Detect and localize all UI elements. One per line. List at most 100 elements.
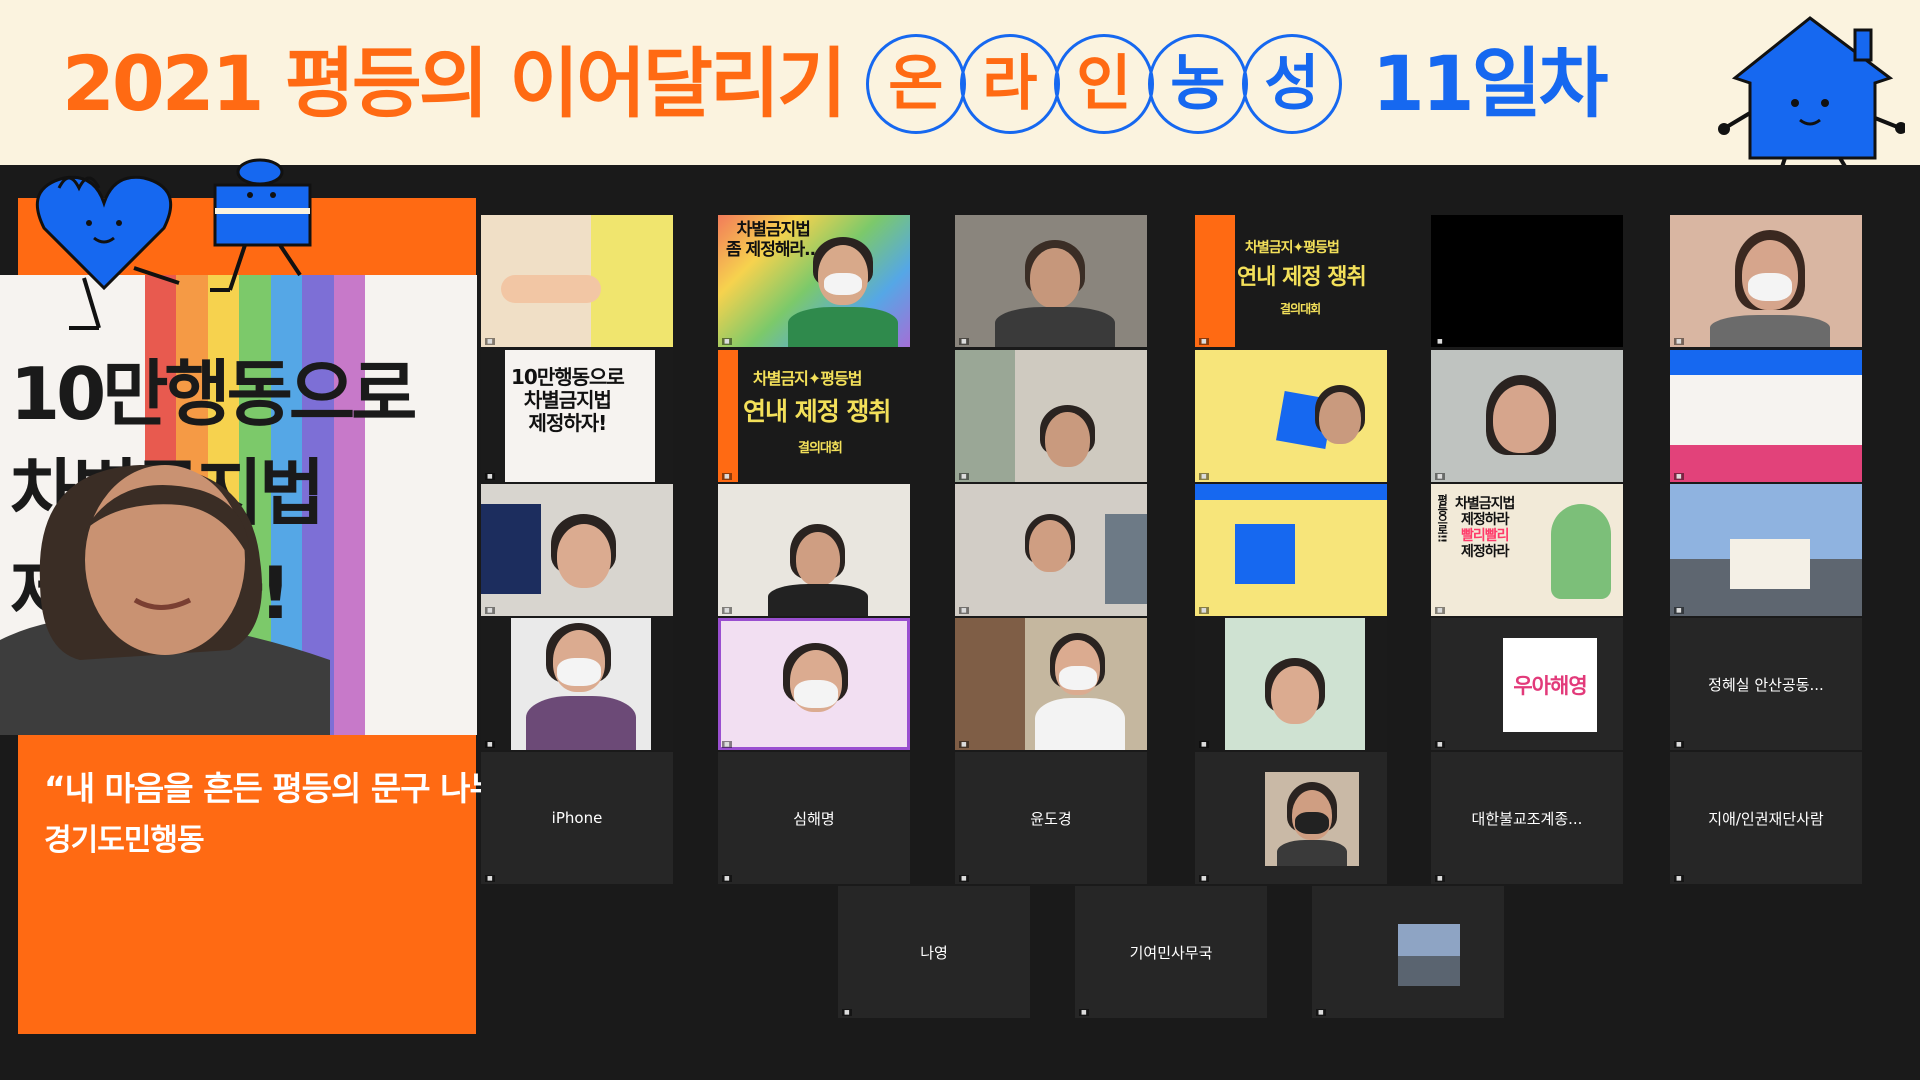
participant-caption: ■	[959, 338, 969, 345]
participant-name: 나영	[920, 943, 948, 962]
poster-line-3: 제정하자!	[528, 411, 608, 435]
participant-tile-r5c4[interactable]: ■	[1195, 752, 1387, 884]
participant-tile-r2c5[interactable]: ■	[1431, 350, 1623, 482]
banner-title: 2021 평등의 이어달리기 온 라 인 농 성 11일차	[62, 34, 1609, 134]
participant-tile-r4c5[interactable]: 우아해영 ■	[1431, 618, 1623, 750]
participant-name: 대한불교조계종...	[1471, 809, 1583, 828]
participant-video	[955, 618, 1147, 750]
participant-video	[718, 618, 910, 750]
participant-tile-r3c2[interactable]: ■	[718, 484, 910, 616]
participant-caption: ■	[1199, 607, 1209, 614]
participant-caption: ■	[959, 875, 969, 882]
participant-video	[1431, 350, 1623, 482]
poster-line-1: 10만행동으로	[511, 365, 625, 389]
event-poster-video	[1670, 350, 1862, 482]
participant-caption: ■	[722, 741, 732, 748]
participant-video	[481, 618, 673, 750]
participant-caption: ■	[959, 607, 969, 614]
participant-tile-r1c5[interactable]: ■	[1431, 215, 1623, 347]
participant-tile-r2c6[interactable]: ■	[1670, 350, 1862, 482]
participant-caption: ■	[1435, 338, 1445, 345]
poster-line-1: 차별금지법	[736, 220, 811, 240]
poster-video: 차별금지✦평등법 연내 제정 쟁취 결의대회	[718, 350, 910, 482]
participant-caption: ■	[485, 607, 495, 614]
speaker-org: 경기도민행동	[44, 823, 205, 858]
poster-line-2: 연내 제정 쟁취	[1237, 265, 1367, 290]
circle-char-5: 성	[1241, 34, 1342, 134]
participant-tile-r1c1[interactable]: ■	[481, 215, 673, 347]
participant-tile-r1c3[interactable]: ■	[955, 215, 1147, 347]
poster-line-1: 차별금지법	[1455, 496, 1515, 512]
participant-video	[955, 484, 1147, 616]
participant-caption: ■	[1435, 473, 1445, 480]
banner-title-part2: 11일차	[1371, 39, 1609, 128]
participant-caption: ■	[1674, 875, 1684, 882]
participant-caption: ■	[1674, 473, 1684, 480]
participant-tile-r2c4[interactable]: ■	[1195, 350, 1387, 482]
banner-title-part1: 2021 평등의 이어달리기	[62, 39, 847, 128]
participant-tile-r3c5[interactable]: 평등으로!! 차별금지법 제정하라 빨리빨리 제정하라 ■	[1431, 484, 1623, 616]
circle-char-2: 라	[959, 34, 1060, 134]
participant-tile-r1c2[interactable]: 차별금지법 좀 제정해라... ■	[718, 215, 910, 347]
header-banner: 2021 평등의 이어달리기 온 라 인 농 성 11일차	[0, 0, 1920, 205]
participant-caption: ■	[485, 741, 495, 748]
participant-tile-r4c4[interactable]: ■	[1195, 618, 1387, 750]
participant-name: 기여민사무국	[1129, 943, 1213, 962]
participant-tile-r4c1[interactable]: ■	[481, 618, 673, 750]
participant-caption: ■	[1435, 741, 1445, 748]
participant-tile-r4c3[interactable]: ■	[955, 618, 1147, 750]
poster-line-3: 결의대회	[1280, 302, 1321, 316]
participant-tile-r3c1[interactable]: ■	[481, 484, 673, 616]
participant-caption: ■	[1674, 607, 1684, 614]
circle-char-4: 농	[1147, 34, 1248, 134]
participant-tile-r2c1[interactable]: 10만행동으로 차별금지법 제정하자! ■	[481, 350, 673, 482]
participant-tile-r6c2[interactable]: 기여민사무국 ■	[1075, 886, 1267, 1018]
rainbow-video: 차별금지법 좀 제정해라...	[718, 215, 910, 347]
participant-name: 윤도경	[1030, 809, 1072, 828]
circle-char-1: 온	[865, 34, 966, 134]
handshake-icon	[501, 275, 601, 303]
participant-tile-r4c2[interactable]: ■	[718, 618, 910, 750]
poster-line-1: 차별금지✦평등법	[1245, 240, 1340, 256]
participant-caption: ■	[722, 473, 732, 480]
participant-tile-r6c3[interactable]: ■	[1312, 886, 1504, 1018]
participant-tile-r3c4[interactable]: ■	[1195, 484, 1387, 616]
participant-name: 지애/인권재단사람	[1708, 809, 1824, 828]
participant-video	[1670, 215, 1862, 347]
box-mascot-icon	[210, 158, 312, 292]
participant-caption: ■	[722, 338, 732, 345]
participant-tile-r4c6[interactable]: 정혜실 안산공동... ■	[1670, 618, 1862, 750]
participant-tile-r5c6[interactable]: 지애/인권재단사람 ■	[1670, 752, 1862, 884]
participant-video	[1195, 350, 1387, 482]
participant-caption: ■	[959, 741, 969, 748]
participant-tile-r2c2[interactable]: 차별금지✦평등법 연내 제정 쟁취 결의대회 ■	[718, 350, 910, 482]
participant-caption: ■	[1435, 607, 1445, 614]
participant-caption: ■	[1316, 1009, 1326, 1016]
participant-caption: ■	[1674, 338, 1684, 345]
participant-name: 심해명	[793, 809, 835, 828]
participant-tile-r5c1[interactable]: iPhone ■	[481, 752, 673, 884]
profile-logo-text: 우아해영	[1513, 674, 1587, 698]
poster-line-1: 차별금지✦평등법	[753, 369, 862, 388]
participant-video	[718, 484, 910, 616]
participant-tile-r5c2[interactable]: 심해명 ■	[718, 752, 910, 884]
participant-caption: ■	[1199, 473, 1209, 480]
participant-tile-r6c1[interactable]: 나영 ■	[838, 886, 1030, 1018]
participant-tile-r5c3[interactable]: 윤도경 ■	[955, 752, 1147, 884]
participant-caption: ■	[485, 875, 495, 882]
poster-line-4: 제정하라	[1460, 544, 1510, 561]
participant-tile-r1c4[interactable]: 차별금지✦평등법 연내 제정 쟁취 결의대회 ■	[1195, 215, 1387, 347]
handshake-video	[481, 215, 673, 347]
participant-tile-r5c5[interactable]: 대한불교조계종... ■	[1431, 752, 1623, 884]
participant-name: iPhone	[551, 809, 603, 827]
participant-caption: ■	[842, 1009, 852, 1016]
participant-tile-r1c6[interactable]: ■	[1670, 215, 1862, 347]
participant-tile-r3c6[interactable]: ■	[1670, 484, 1862, 616]
profile-photo	[1398, 924, 1460, 986]
participant-tile-r2c3[interactable]: ■	[955, 350, 1147, 482]
participant-tile-r3c3[interactable]: ■	[955, 484, 1147, 616]
poster-line-3: 빨리빨리	[1460, 528, 1510, 545]
poster-line-2: 제정하라	[1460, 512, 1510, 529]
poster-line-2: 좀 제정해라...	[726, 239, 821, 260]
participant-caption: ■	[485, 473, 495, 480]
